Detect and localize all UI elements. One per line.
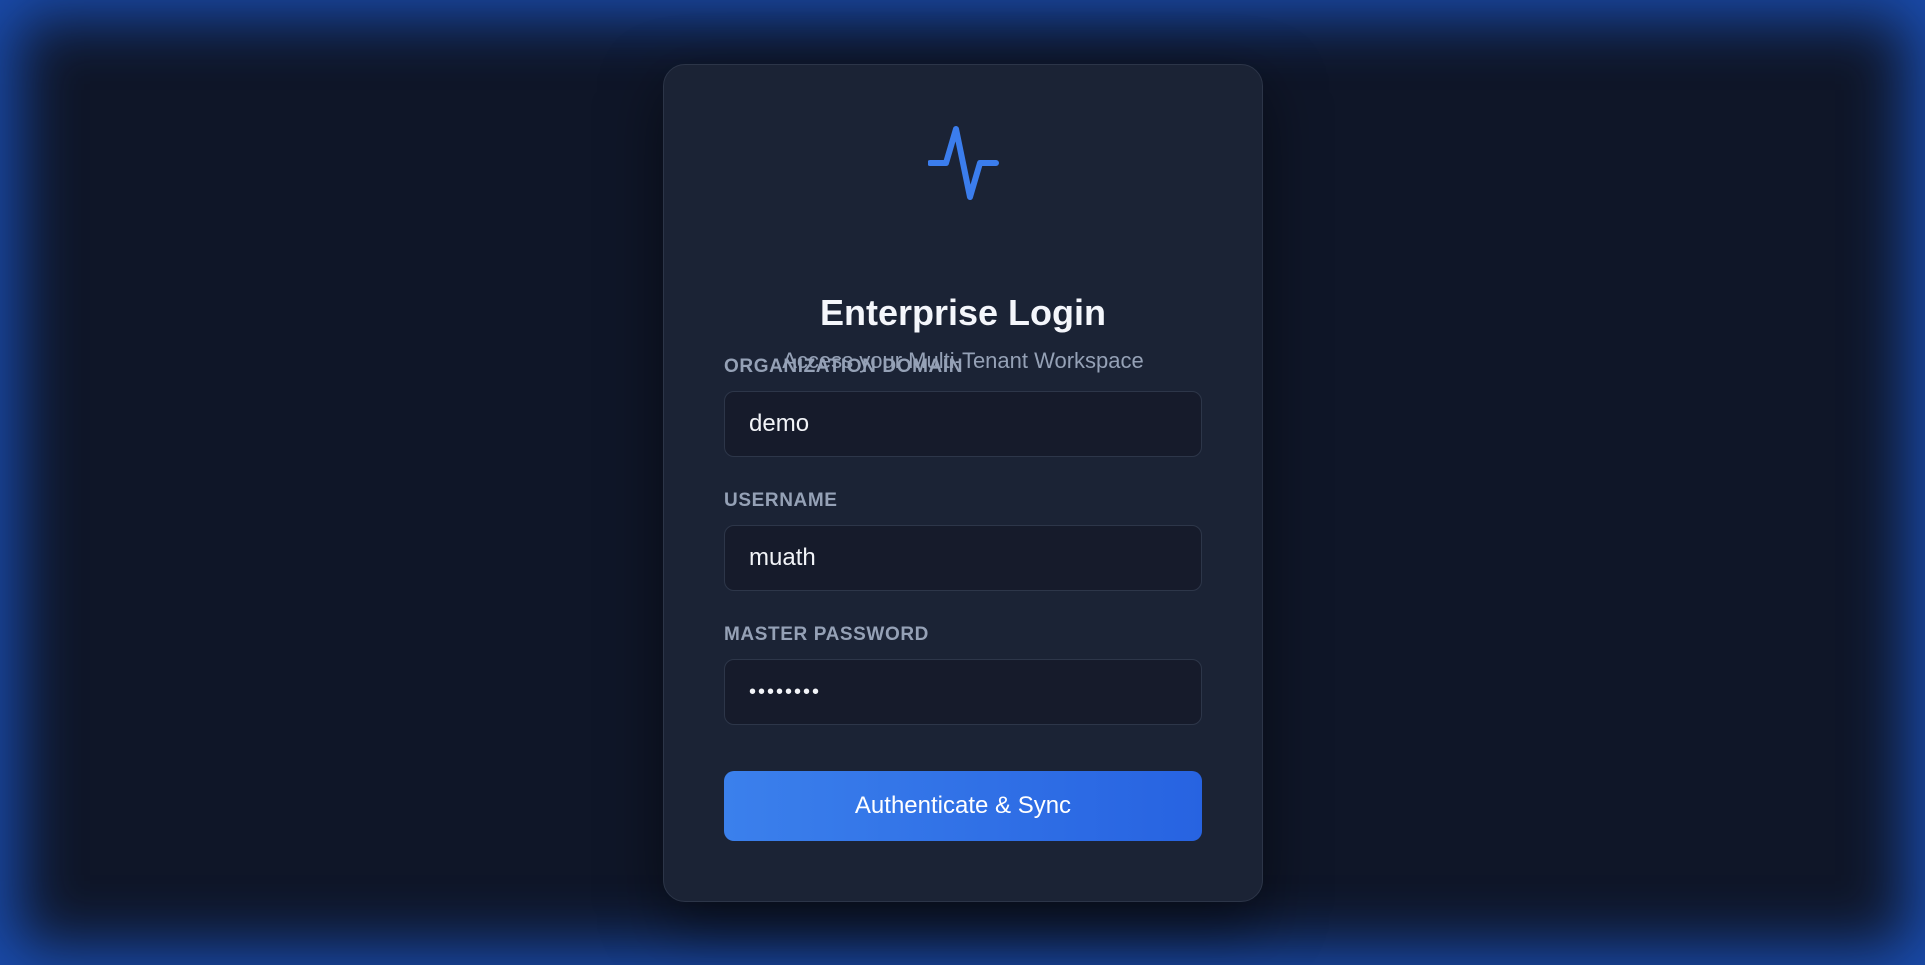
login-card: Enterprise Login Access your Multi-Tenan… (663, 64, 1263, 902)
pulse-icon (928, 126, 999, 200)
domain-label: ORGANIZATION DOMAIN (724, 356, 964, 377)
authenticate-button[interactable]: Authenticate & Sync (724, 771, 1202, 841)
domain-input[interactable] (724, 391, 1202, 457)
password-label: MASTER PASSWORD (724, 624, 929, 645)
password-input[interactable] (724, 659, 1202, 725)
username-label: USERNAME (724, 490, 838, 511)
page-title: Enterprise Login (819, 292, 1107, 333)
username-input[interactable] (724, 525, 1202, 591)
